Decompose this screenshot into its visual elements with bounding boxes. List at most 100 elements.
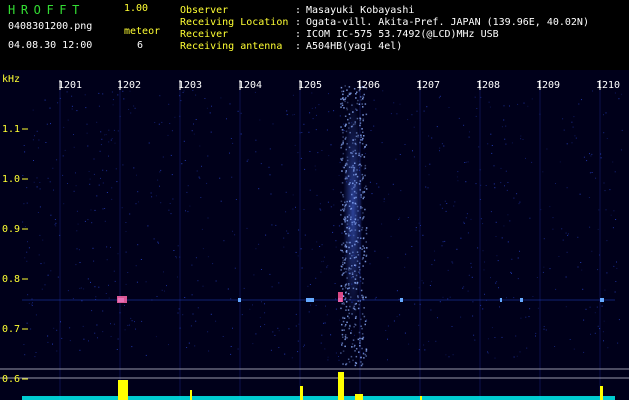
noise-pixel bbox=[595, 177, 597, 179]
noise-band-pixel bbox=[343, 208, 346, 210]
noise-band-pixel bbox=[346, 156, 349, 158]
noise-pixel bbox=[135, 265, 137, 267]
noise-pixel bbox=[53, 189, 54, 191]
noise-pixel bbox=[26, 187, 28, 189]
x-tick-label: 1201 bbox=[58, 80, 83, 91]
noise-band-pixel bbox=[362, 177, 364, 180]
noise-band-pixel bbox=[349, 200, 351, 203]
noise-pixel bbox=[100, 131, 102, 133]
noise-pixel bbox=[108, 129, 110, 131]
noise-pixel bbox=[319, 203, 321, 205]
noise-pixel bbox=[197, 280, 199, 282]
noise-band-pixel bbox=[361, 337, 363, 340]
noise-pixel bbox=[243, 287, 245, 289]
noise-pixel bbox=[615, 219, 617, 220]
x-tick-label: 1207 bbox=[416, 80, 441, 91]
noise-pixel bbox=[201, 228, 203, 230]
noise-pixel bbox=[315, 277, 317, 279]
noise-pixel bbox=[170, 213, 172, 215]
noise-pixel bbox=[57, 276, 59, 278]
noise-band-pixel bbox=[350, 296, 352, 298]
noise-pixel bbox=[338, 225, 340, 227]
noise-pixel bbox=[269, 174, 271, 176]
noise-pixel bbox=[612, 161, 614, 163]
noise-band-pixel bbox=[354, 185, 356, 188]
noise-pixel bbox=[53, 327, 55, 329]
noise-pixel bbox=[300, 248, 302, 250]
noise-pixel bbox=[396, 113, 398, 115]
noise-pixel bbox=[235, 199, 237, 200]
noise-pixel bbox=[28, 247, 30, 249]
noise-pixel bbox=[591, 250, 593, 252]
noise-pixel bbox=[83, 288, 85, 290]
noise-band-pixel bbox=[357, 295, 359, 297]
noise-pixel bbox=[581, 269, 583, 271]
noise-band-pixel bbox=[359, 180, 362, 182]
noise-band-pixel bbox=[341, 302, 343, 305]
noise-pixel bbox=[145, 281, 147, 283]
noise-pixel bbox=[260, 163, 262, 165]
noise-pixel bbox=[232, 142, 234, 144]
noise-pixel bbox=[108, 297, 110, 299]
noise-pixel bbox=[480, 184, 482, 186]
noise-pixel bbox=[73, 190, 75, 192]
noise-pixel bbox=[603, 182, 605, 184]
noise-pixel bbox=[383, 198, 385, 200]
noise-pixel bbox=[435, 340, 437, 342]
noise-pixel bbox=[540, 209, 542, 211]
noise-pixel bbox=[117, 130, 119, 132]
noise-pixel bbox=[102, 331, 104, 333]
noise-pixel bbox=[607, 347, 609, 349]
noise-band-pixel bbox=[353, 169, 355, 171]
noise-band-pixel bbox=[351, 346, 353, 348]
noise-band-pixel bbox=[345, 363, 347, 366]
noise-band-pixel bbox=[354, 142, 356, 145]
noise-pixel bbox=[470, 266, 472, 268]
noise-band-pixel bbox=[345, 337, 347, 339]
noise-pixel bbox=[581, 99, 582, 101]
noise-band-pixel bbox=[342, 257, 344, 259]
noise-pixel bbox=[209, 112, 211, 114]
noise-pixel bbox=[39, 234, 41, 236]
noise-band-pixel bbox=[354, 282, 357, 284]
noise-band-pixel bbox=[350, 216, 352, 218]
noise-pixel bbox=[311, 92, 313, 94]
noise-pixel bbox=[327, 359, 329, 361]
noise-band-pixel bbox=[355, 108, 357, 110]
noise-pixel bbox=[532, 296, 534, 297]
noise-band-pixel bbox=[349, 131, 351, 134]
noise-band-pixel bbox=[346, 108, 349, 111]
noise-pixel bbox=[258, 188, 260, 190]
noise-band-pixel bbox=[345, 287, 347, 289]
noise-band-pixel bbox=[360, 134, 362, 136]
noise-band-pixel bbox=[357, 307, 360, 310]
noise-band-pixel bbox=[361, 173, 364, 176]
noise-pixel bbox=[475, 183, 477, 185]
noise-pixel bbox=[26, 251, 28, 253]
noise-pixel bbox=[416, 110, 418, 112]
noise-pixel bbox=[96, 121, 98, 123]
noise-pixel bbox=[445, 354, 447, 356]
noise-band-pixel bbox=[353, 174, 355, 176]
noise-pixel bbox=[554, 346, 556, 347]
noise-band-pixel bbox=[352, 170, 355, 172]
noise-band-pixel bbox=[359, 345, 361, 347]
noise-pixel bbox=[94, 286, 96, 288]
noise-pixel bbox=[614, 291, 616, 293]
noise-band-pixel bbox=[362, 119, 364, 122]
noise-pixel bbox=[338, 359, 340, 361]
noise-band-pixel bbox=[345, 324, 347, 326]
noise-pixel bbox=[168, 209, 170, 211]
noise-band-pixel bbox=[341, 208, 344, 211]
noise-band-pixel bbox=[359, 96, 362, 98]
noise-pixel bbox=[596, 306, 598, 308]
noise-pixel bbox=[335, 352, 337, 354]
noise-band-pixel bbox=[345, 148, 347, 151]
noise-band-pixel bbox=[354, 123, 356, 125]
noise-pixel bbox=[93, 173, 95, 175]
noise-pixel bbox=[229, 103, 231, 105]
noise-pixel bbox=[515, 335, 517, 337]
noise-pixel bbox=[621, 93, 623, 95]
noise-pixel bbox=[485, 185, 487, 186]
noise-pixel bbox=[490, 133, 492, 135]
